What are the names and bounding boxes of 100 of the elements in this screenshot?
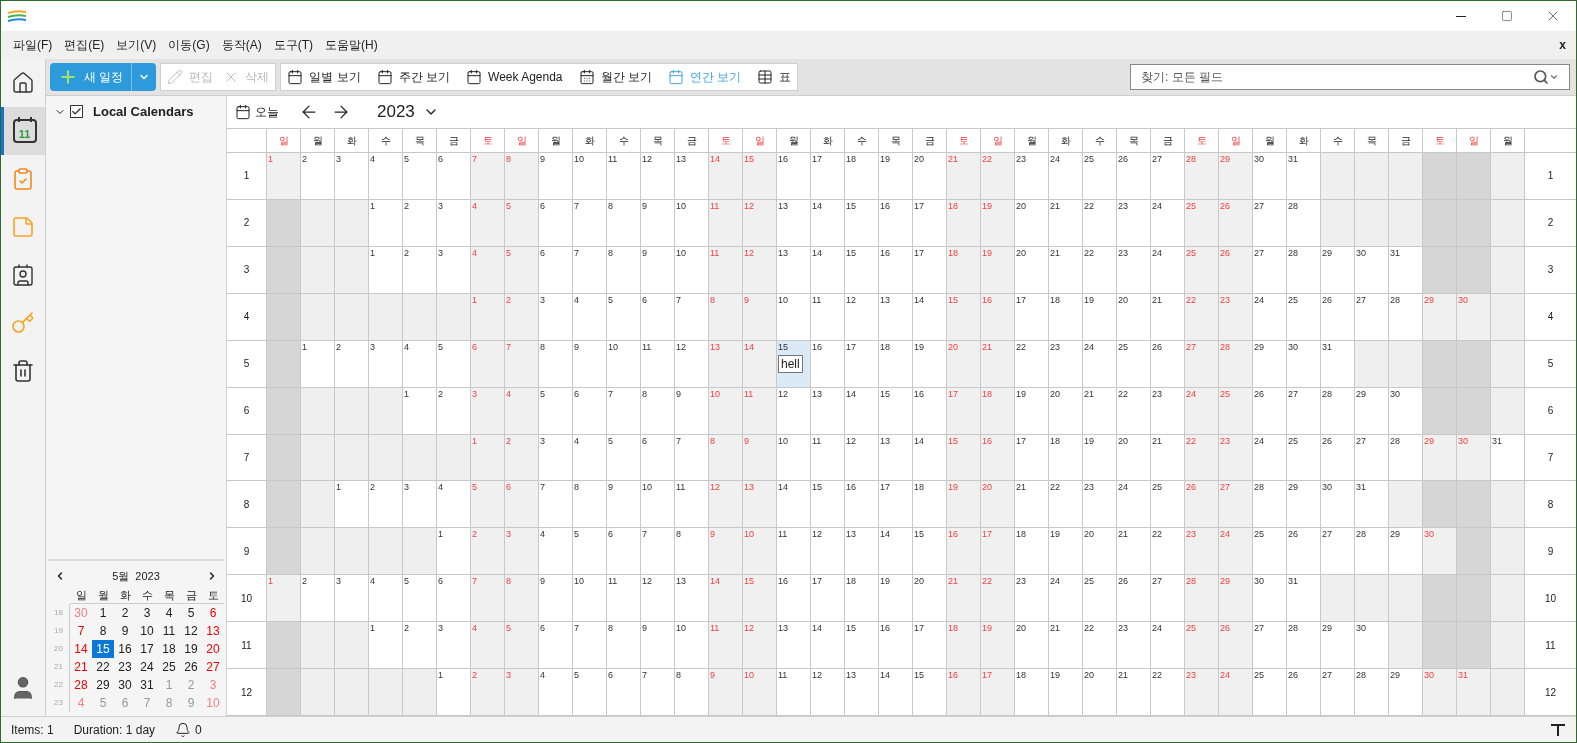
day-cell[interactable]: 7 bbox=[641, 669, 675, 716]
day-cell[interactable]: 5 bbox=[607, 293, 641, 341]
calendar-checkbox[interactable] bbox=[70, 105, 83, 119]
day-cell[interactable]: 22 bbox=[1015, 340, 1049, 388]
day-cell[interactable]: 16 bbox=[777, 575, 811, 623]
day-cell[interactable]: 13 bbox=[811, 387, 845, 435]
day-cell[interactable]: 27 bbox=[1253, 199, 1287, 247]
day-cell[interactable]: 20 bbox=[1049, 387, 1083, 435]
day-cell[interactable]: 27 bbox=[1287, 387, 1321, 435]
day-cell[interactable]: 8 bbox=[675, 669, 709, 716]
day-cell[interactable]: 25 bbox=[1083, 153, 1117, 200]
day-cell[interactable]: 20 bbox=[1015, 622, 1049, 670]
day-cell[interactable]: 21 bbox=[1151, 434, 1185, 482]
day-cell[interactable]: 27 bbox=[1253, 246, 1287, 294]
day-cell[interactable]: 25 bbox=[1151, 481, 1185, 529]
day-cell[interactable]: 4 bbox=[539, 669, 573, 716]
mini-day[interactable]: 10 bbox=[136, 622, 158, 640]
day-cell[interactable]: 15 bbox=[811, 481, 845, 529]
day-cell[interactable]: 4 bbox=[539, 528, 573, 576]
day-cell[interactable]: 8 bbox=[607, 622, 641, 670]
mini-day[interactable]: 25 bbox=[158, 658, 180, 676]
day-cell[interactable]: 28 bbox=[1253, 481, 1287, 529]
day-cell[interactable]: 18 bbox=[1015, 528, 1049, 576]
day-cell[interactable]: 16 bbox=[811, 340, 845, 388]
day-cell[interactable]: 25 bbox=[1083, 575, 1117, 623]
day-cell[interactable]: 15 bbox=[913, 528, 947, 576]
day-cell[interactable]: 31 bbox=[1287, 153, 1321, 200]
mini-day[interactable]: 19 bbox=[180, 640, 202, 658]
day-cell[interactable]: 12 bbox=[845, 293, 879, 341]
day-cell[interactable]: 12 bbox=[675, 340, 709, 388]
day-cell[interactable]: 19 bbox=[1083, 434, 1117, 482]
day-cell[interactable]: 30 bbox=[1321, 481, 1355, 529]
day-cell[interactable]: 13 bbox=[777, 199, 811, 247]
day-cell[interactable]: 17 bbox=[811, 575, 845, 623]
day-cell[interactable]: 28 bbox=[1287, 199, 1321, 247]
day-cell[interactable]: 17 bbox=[1015, 434, 1049, 482]
day-cell[interactable]: 8 bbox=[641, 387, 675, 435]
mini-day[interactable]: 16 bbox=[114, 640, 136, 658]
day-cell[interactable]: 23 bbox=[1151, 387, 1185, 435]
day-cell[interactable]: 9 bbox=[675, 387, 709, 435]
day-cell[interactable]: 27 bbox=[1253, 622, 1287, 670]
mini-day[interactable]: 28 bbox=[70, 676, 92, 694]
mini-day[interactable]: 13 bbox=[202, 622, 224, 640]
day-cell[interactable]: 18 bbox=[1049, 434, 1083, 482]
mini-day[interactable]: 23 bbox=[114, 658, 136, 676]
day-cell[interactable]: 6 bbox=[539, 199, 573, 247]
day-cell[interactable]: 6 bbox=[607, 669, 641, 716]
day-cell[interactable]: 12 bbox=[777, 387, 811, 435]
mini-day[interactable]: 7 bbox=[70, 622, 92, 640]
view-tab[interactable]: 표 bbox=[757, 68, 792, 86]
day-cell[interactable]: 24 bbox=[1253, 293, 1287, 341]
day-cell[interactable]: 14 bbox=[777, 481, 811, 529]
day-cell[interactable]: 6 bbox=[539, 246, 573, 294]
day-cell[interactable]: 22 bbox=[1117, 387, 1151, 435]
day-cell[interactable]: 8 bbox=[573, 481, 607, 529]
day-cell[interactable]: 30 bbox=[1355, 622, 1389, 670]
day-cell[interactable]: 14 bbox=[879, 669, 913, 716]
day-cell[interactable]: 4 bbox=[369, 153, 403, 200]
day-cell[interactable]: 17 bbox=[879, 481, 913, 529]
day-cell[interactable]: 21 bbox=[1049, 622, 1083, 670]
day-cell[interactable]: 9 bbox=[539, 575, 573, 623]
day-cell[interactable]: 11 bbox=[811, 293, 845, 341]
day-cell[interactable]: 26 bbox=[1117, 153, 1151, 200]
day-cell[interactable]: 3 bbox=[437, 622, 471, 670]
day-cell[interactable]: 4 bbox=[573, 293, 607, 341]
day-cell[interactable]: 15 bbox=[879, 387, 913, 435]
day-cell[interactable]: 5 bbox=[437, 340, 471, 388]
day-cell[interactable]: 23 bbox=[1117, 199, 1151, 247]
day-cell[interactable]: 21 bbox=[1015, 481, 1049, 529]
day-cell[interactable]: 30 bbox=[1287, 340, 1321, 388]
day-cell[interactable]: 11 bbox=[607, 575, 641, 623]
day-cell[interactable]: 2 bbox=[335, 340, 369, 388]
mini-day[interactable]: 3 bbox=[136, 604, 158, 622]
day-cell[interactable]: 16 bbox=[845, 481, 879, 529]
event-title-field[interactable]: hell bbox=[778, 354, 803, 373]
day-cell[interactable]: 27 bbox=[1151, 575, 1185, 623]
mini-day[interactable]: 18 bbox=[158, 640, 180, 658]
day-cell[interactable]: 7 bbox=[641, 528, 675, 576]
year-dropdown[interactable]: 2023 bbox=[377, 99, 439, 125]
day-cell[interactable]: 13 bbox=[777, 622, 811, 670]
day-cell[interactable]: 17 bbox=[913, 199, 947, 247]
day-cell[interactable]: 4 bbox=[369, 575, 403, 623]
menu-item[interactable]: 도구(T) bbox=[267, 36, 319, 54]
day-cell[interactable]: 11 bbox=[777, 528, 811, 576]
day-cell[interactable]: 11 bbox=[675, 481, 709, 529]
day-cell[interactable]: 29 bbox=[1389, 528, 1423, 576]
day-cell[interactable]: 27 bbox=[1355, 293, 1389, 341]
search-field[interactable]: 찾기: 모든 필드 bbox=[1130, 64, 1570, 90]
day-cell[interactable]: 13 bbox=[845, 528, 879, 576]
day-cell[interactable]: 6 bbox=[437, 153, 471, 200]
day-cell[interactable]: 19 bbox=[1015, 387, 1049, 435]
mini-day[interactable]: 26 bbox=[180, 658, 202, 676]
day-cell[interactable]: 30 bbox=[1253, 153, 1287, 200]
day-cell[interactable]: 10 bbox=[777, 434, 811, 482]
day-cell[interactable]: 3 bbox=[403, 481, 437, 529]
day-cell[interactable]: 9 bbox=[641, 622, 675, 670]
day-cell[interactable]: 29 bbox=[1389, 669, 1423, 716]
day-cell[interactable]: 18 bbox=[845, 575, 879, 623]
day-cell[interactable]: 15 bbox=[845, 246, 879, 294]
day-cell[interactable]: 24 bbox=[1049, 575, 1083, 623]
